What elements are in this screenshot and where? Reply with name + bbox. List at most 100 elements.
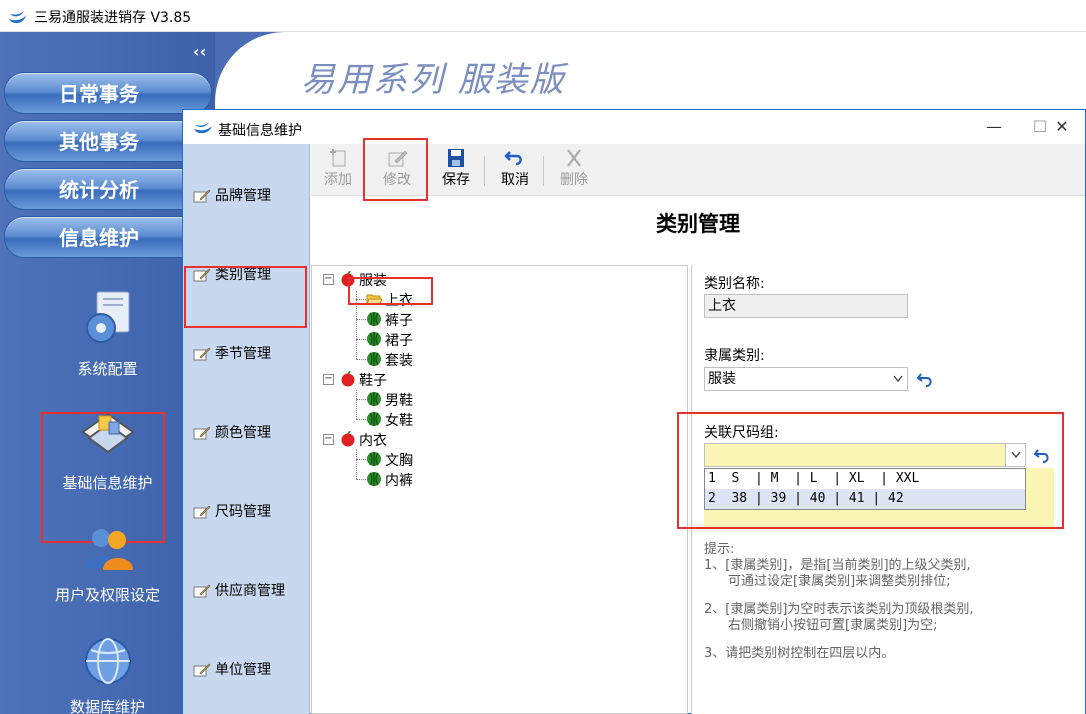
dialog-title: 基础信息维护 [218, 123, 302, 139]
tree-node-label: 裤子 [385, 313, 413, 329]
tree-node-label: 内衣 [359, 433, 387, 449]
tip-line: 2、[隶属类别]为空时表示该类别为顶级根类别, [704, 602, 974, 617]
tree-node-suits[interactable]: 套装 [366, 350, 413, 370]
tree-node-label: 文胸 [385, 453, 413, 469]
parent-category-value: 服装 [708, 371, 736, 387]
tree-connector [356, 459, 366, 460]
mgmt-supplier[interactable]: 供应商管理 [183, 571, 310, 611]
user-rights-label: 用户及权限设定 [54, 586, 160, 604]
undo-icon [504, 151, 522, 166]
tip-line: 3、请把类别树控制在四层以内。 [704, 646, 895, 661]
add-button[interactable]: 添加 [313, 148, 363, 194]
tree-node-panties[interactable]: 内裤 [366, 470, 413, 490]
tree-node-mens-shoes[interactable]: 男鞋 [366, 390, 413, 410]
apple-icon [341, 431, 355, 447]
tree-node-label: 女鞋 [385, 413, 413, 429]
tree-node-skirts[interactable]: 裙子 [366, 330, 413, 350]
watermelon-icon [367, 452, 381, 466]
app-title: 三易通服装进销存 V3.85 [34, 10, 192, 26]
mgmt-size[interactable]: 尺码管理 [183, 492, 310, 532]
nav-info-maintenance[interactable]: 信息维护 [4, 216, 212, 258]
delete-label: 删除 [560, 172, 588, 188]
category-form: 类别名称: 上衣 隶属类别: 服装 关联尺码组: 1 S | M | L | X… [677, 265, 1085, 714]
delete-x-icon [567, 149, 581, 167]
mgmt-season[interactable]: 季节管理 [183, 334, 310, 374]
add-label: 添加 [324, 172, 352, 188]
add-icon [330, 149, 346, 167]
chevron-down-icon [893, 375, 903, 383]
tree-node-womens-shoes[interactable]: 女鞋 [366, 410, 413, 430]
reset-parent-icon[interactable] [916, 371, 934, 389]
tip-line: 1、[隶属类别]，是指[当前类别]的上级父类别, [704, 558, 971, 573]
brand-title: 易用系列 服装版 [301, 60, 566, 100]
edit-pen-icon [193, 426, 211, 440]
save-floppy-icon [448, 149, 464, 167]
delete-button[interactable]: 删除 [549, 148, 599, 194]
nav-other-affairs[interactable]: 其他事务 [4, 120, 212, 162]
toolbar-separator [543, 156, 544, 186]
parent-category-select[interactable]: 服装 [704, 367, 908, 391]
dialog-titlebar: 基础信息维护 — ☐ ✕ [183, 110, 1085, 144]
tree-node-label: 鞋子 [359, 373, 387, 389]
tree-node-label: 男鞋 [385, 393, 413, 409]
tree-connector [356, 419, 366, 420]
system-config-label: 系统配置 [77, 360, 138, 378]
app-logo-icon [9, 11, 26, 24]
tree-node-label: 裙子 [385, 333, 413, 349]
tree-collapse-toggle[interactable]: − [323, 434, 334, 445]
tree-node-shoes[interactable]: 鞋子 [340, 370, 387, 390]
mgmt-size-label: 尺码管理 [215, 504, 271, 520]
category-highlight [184, 266, 307, 328]
minimize-button[interactable]: — [971, 110, 1017, 144]
nav-statistics[interactable]: 统计分析 [4, 168, 212, 210]
page-title: 类别管理 [311, 208, 1085, 238]
edit-pen-icon [193, 663, 211, 677]
users-icon [84, 529, 133, 570]
tree-connector [356, 339, 366, 340]
cancel-label: 取消 [501, 172, 529, 188]
collapse-nav-button[interactable]: ‹‹ [193, 42, 206, 61]
tree-connector [356, 399, 366, 400]
tree-node-label: 套装 [385, 353, 413, 369]
mgmt-unit-label: 单位管理 [215, 662, 271, 678]
tree-collapse-toggle[interactable]: − [323, 274, 334, 285]
mgmt-brand-label: 品牌管理 [215, 188, 271, 204]
mgmt-supplier-label: 供应商管理 [215, 583, 285, 599]
watermelon-icon [367, 472, 381, 486]
tree-connector [356, 319, 366, 320]
page-title-text: 类别管理 [656, 212, 740, 236]
save-button[interactable]: 保存 [431, 148, 481, 194]
apple-icon [341, 371, 355, 387]
save-label: 保存 [442, 172, 470, 188]
category-tree[interactable]: − 服装 上衣 裤子 裙子 套装 − 鞋子 男鞋 女鞋 − 内衣 文胸 内裤 [311, 265, 688, 714]
basic-info-dialog: 基础信息维护 — ☐ ✕ 品牌管理 类别管理 季节管理 颜色管理 尺码管理 供应… [182, 109, 1086, 714]
nav-daily-affairs[interactable]: 日常事务 [4, 72, 212, 114]
dialog-logo-icon [194, 122, 212, 134]
category-name-field[interactable]: 上衣 [704, 294, 908, 318]
tips-heading: 提示: [704, 542, 735, 557]
edit-pen-icon [193, 189, 211, 203]
tree-node-bras[interactable]: 文胸 [366, 450, 413, 470]
management-sidebar: 品牌管理 类别管理 季节管理 颜色管理 尺码管理 供应商管理 单位管理 [183, 144, 310, 714]
close-button[interactable]: ✕ [1039, 110, 1085, 144]
mgmt-color-label: 颜色管理 [215, 425, 271, 441]
tree-tops-highlight [348, 277, 433, 305]
system-config-icon [85, 291, 129, 343]
tree-collapse-toggle[interactable]: − [323, 374, 334, 385]
watermelon-icon [367, 392, 381, 406]
size-group-highlight [677, 412, 1064, 529]
mgmt-color[interactable]: 颜色管理 [183, 413, 310, 453]
tree-node-underwear[interactable]: 内衣 [340, 430, 387, 450]
tips-text: 提示: 1、[隶属类别]，是指[当前类别]的上级父类别, 可通过设定[隶属类别]… [704, 542, 1074, 662]
tip-line: 右侧撤销小按钮可置[隶属类别]为空; [728, 618, 938, 633]
cancel-button[interactable]: 取消 [490, 148, 540, 194]
tree-node-pants[interactable]: 裤子 [366, 310, 413, 330]
edit-pen-icon [193, 505, 211, 519]
globe-icon [84, 638, 131, 684]
mgmt-brand[interactable]: 品牌管理 [183, 176, 310, 216]
toolbar-separator [484, 156, 485, 186]
app-titlebar: 三易通服装进销存 V3.85 [0, 0, 1086, 32]
mgmt-unit[interactable]: 单位管理 [183, 650, 310, 690]
category-name-label: 类别名称: [704, 276, 765, 292]
tree-node-label: 内裤 [385, 473, 413, 489]
